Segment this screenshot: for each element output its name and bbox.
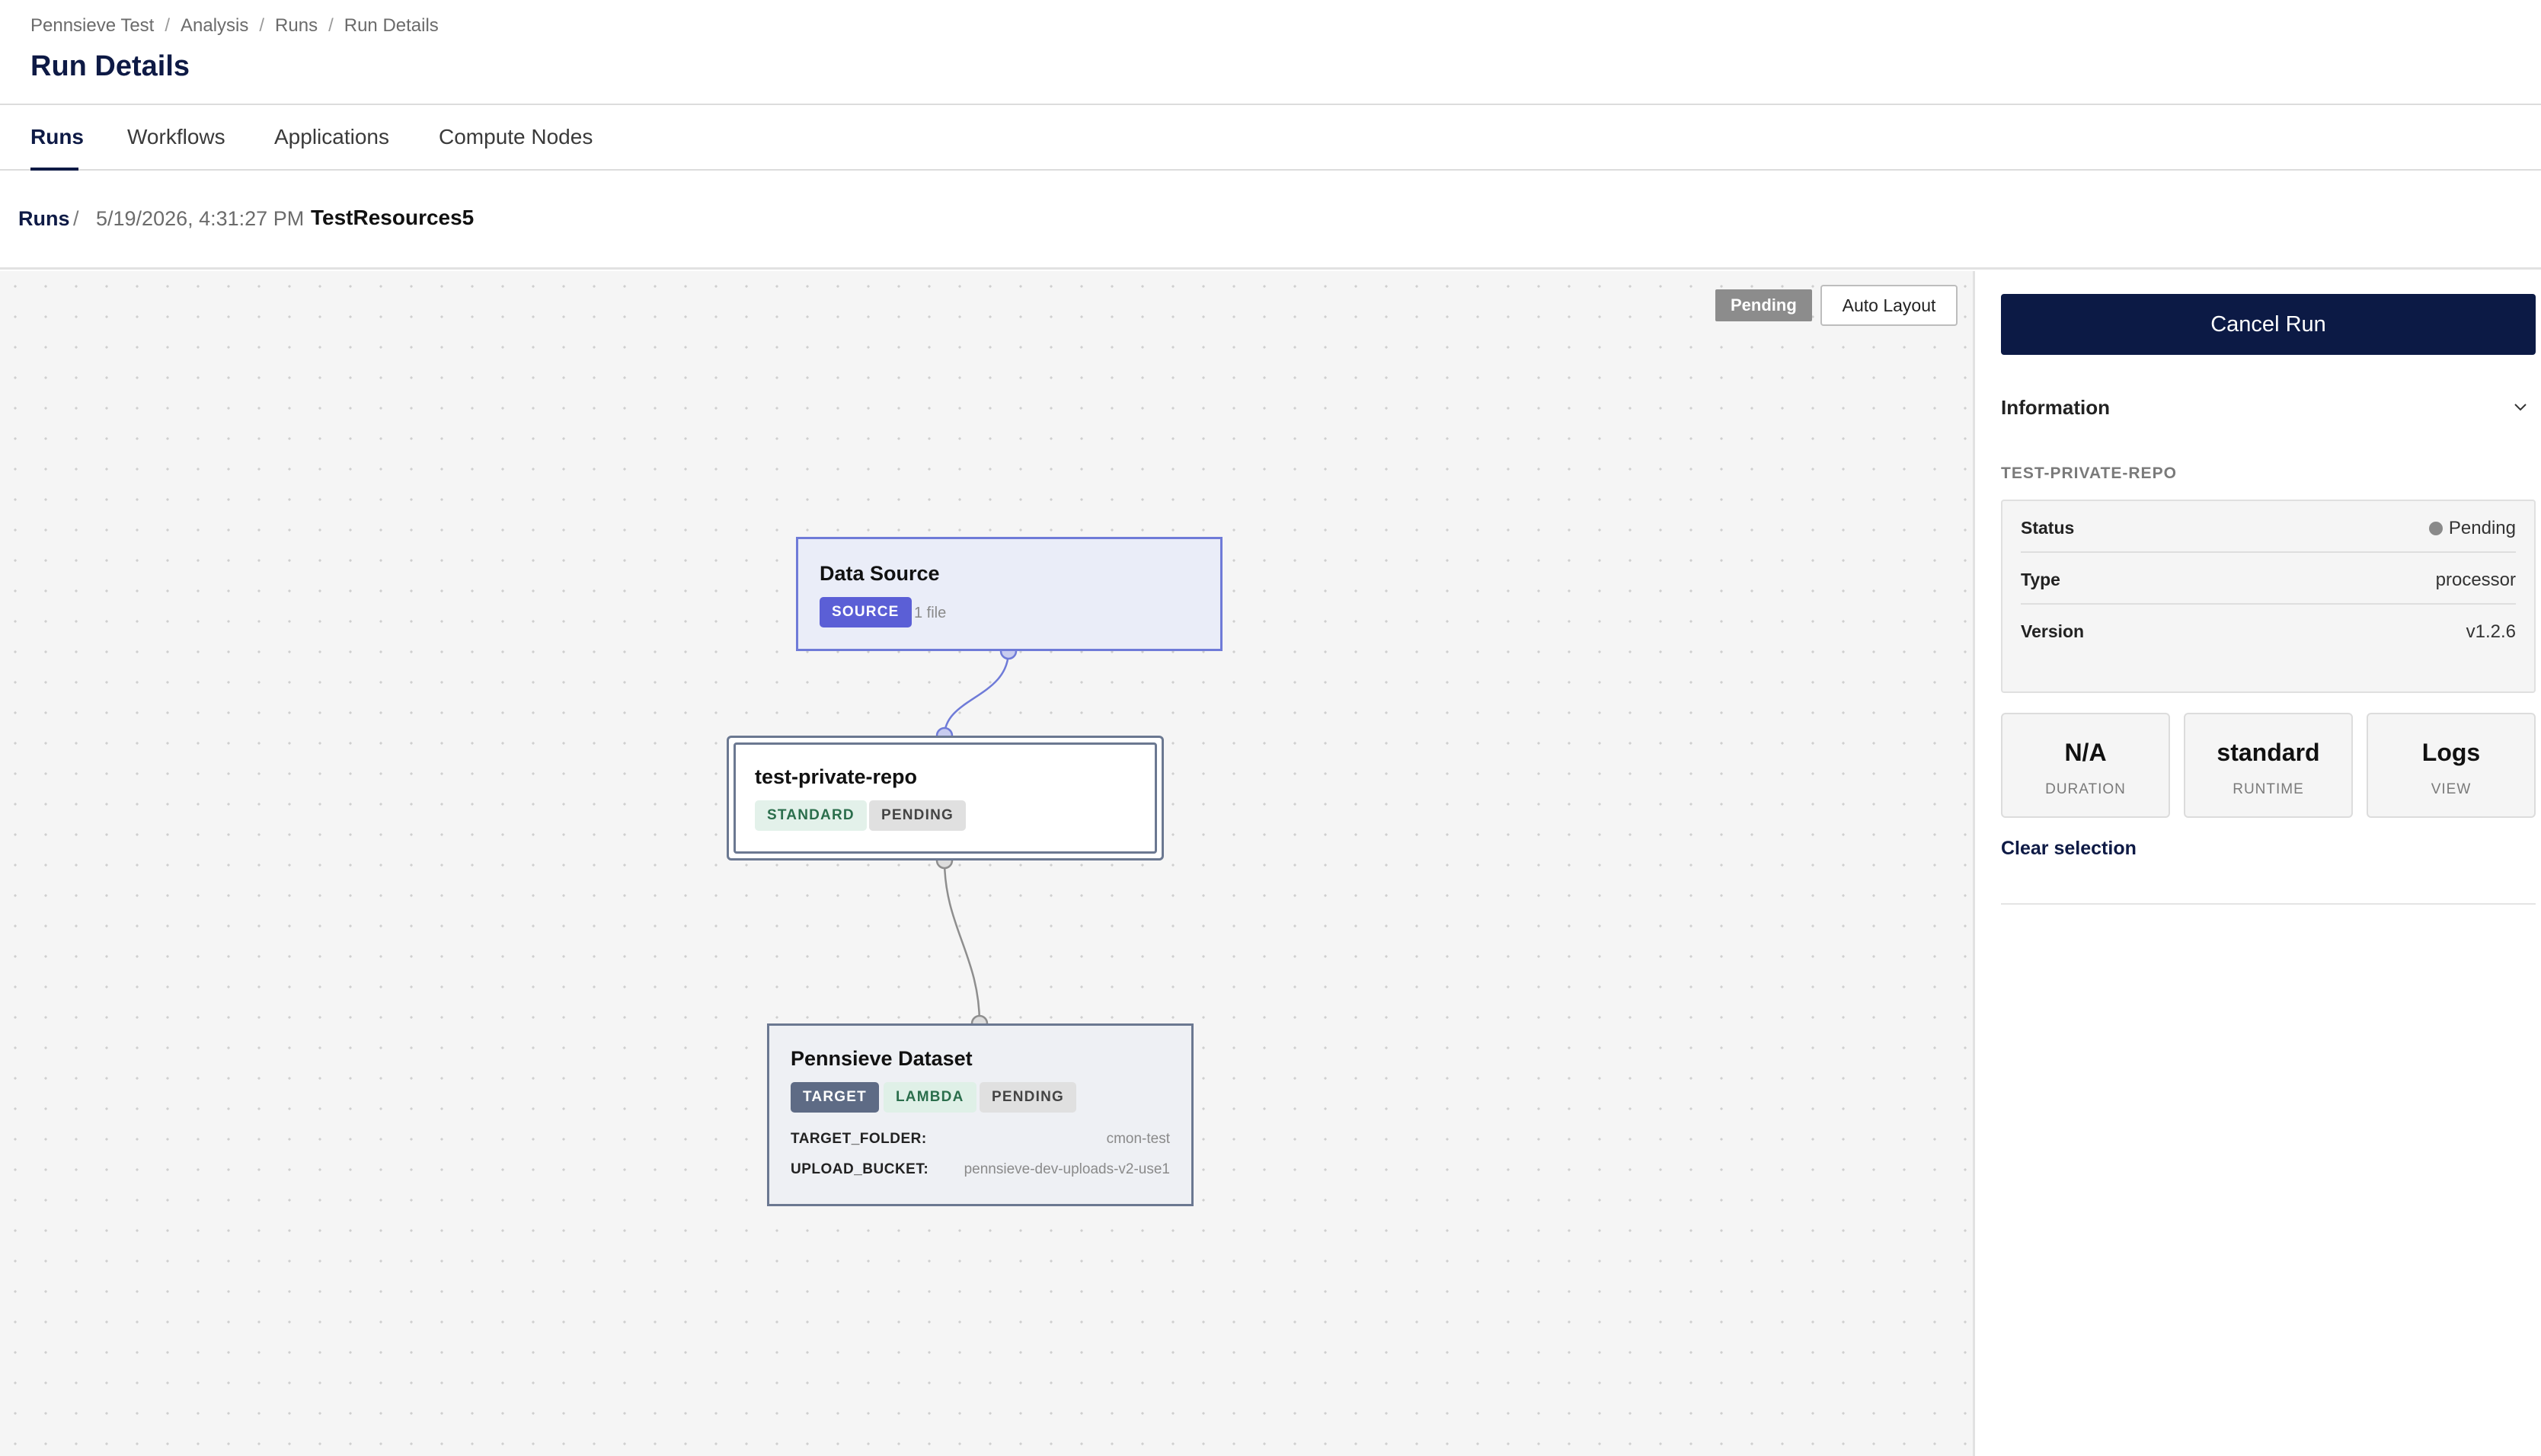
edge-processor-to-target (943, 860, 981, 1024)
breadcrumb-item-runs[interactable]: Runs (275, 15, 318, 37)
runs-link[interactable]: Runs (18, 207, 70, 231)
tab-workflows[interactable]: Workflows (127, 125, 225, 149)
active-tab-indicator (30, 168, 78, 171)
breadcrumb-item-analysis[interactable]: Analysis (181, 15, 248, 37)
duration-stat: N/A DURATION (2001, 713, 2170, 818)
run-name: TestResources5 (311, 206, 475, 229)
tab-compute-nodes[interactable]: Compute Nodes (439, 125, 593, 149)
param-key: TARGET_FOLDER: (791, 1131, 927, 1147)
source-tag: SOURCE (820, 597, 912, 627)
target-tag: TARGET (791, 1082, 879, 1113)
standard-tag: STANDARD (755, 800, 867, 831)
divider (2001, 903, 2536, 905)
lambda-tag: LAMBDA (884, 1082, 976, 1113)
stat-label: RUNTIME (2233, 781, 2304, 797)
detail-row-status: Status Pending (2021, 501, 2516, 553)
stat-value: Logs (2421, 739, 2481, 766)
clear-selection-link[interactable]: Clear selection (2001, 838, 2137, 860)
file-count: 1 file (914, 605, 947, 621)
node-title: test-private-repo (755, 765, 918, 788)
chevron-down-icon (2514, 404, 2527, 411)
breadcrumb-separator: / (165, 15, 170, 36)
status-text: Pending (2448, 518, 2516, 538)
run-details-panel: Cancel Run Information TEST-PRIVATE-REPO… (1973, 271, 2541, 1456)
breadcrumb-item-org[interactable]: Pennsieve Test (30, 15, 154, 37)
detail-row-type: Type processor (2021, 553, 2516, 605)
run-breadcrumb-separator: / (73, 207, 79, 230)
detail-row-version: Version v1.2.6 (2021, 605, 2516, 656)
stat-label: DURATION (2045, 781, 2126, 797)
stat-value: standard (2217, 739, 2320, 766)
node-details: Status Pending Type processor Version v1… (2001, 500, 2536, 693)
data-source-node[interactable]: Data Source SOURCE 1 file (796, 537, 1223, 651)
logs-view-button[interactable]: Logs VIEW (2367, 713, 2536, 818)
page-title: Run Details (30, 50, 190, 82)
param-value: cmon-test (1106, 1131, 1170, 1147)
processor-node[interactable]: test-private-repo STANDARD PENDING (727, 736, 1164, 861)
tab-applications[interactable]: Applications (274, 125, 389, 149)
workflow-canvas[interactable]: Pending Auto Layout Data Source SOURCE 1… (0, 271, 1973, 1456)
param-key: UPLOAD_BUCKET: (791, 1161, 929, 1177)
breadcrumb: Pennsieve Test / Analysis / Runs / Run D… (30, 15, 439, 37)
status-dot-icon (2428, 522, 2443, 535)
run-breadcrumb: Runs / 5/19/2026, 4:31:27 PM TestResourc… (0, 172, 2541, 270)
tab-runs[interactable]: Runs (30, 125, 84, 149)
auto-layout-button[interactable]: Auto Layout (1820, 285, 1958, 326)
node-title: Data Source (820, 562, 940, 585)
status-value: Pending (2428, 518, 2516, 539)
selected-node-caption: TEST-PRIVATE-REPO (2001, 465, 2177, 482)
selected-node-outline (734, 742, 1157, 854)
detail-value: processor (2435, 570, 2516, 590)
page-header: Pennsieve Test / Analysis / Runs / Run D… (0, 0, 2541, 105)
cancel-run-button[interactable]: Cancel Run (2001, 294, 2536, 355)
detail-value: v1.2.6 (2466, 621, 2516, 642)
detail-key: Type (2021, 570, 2060, 589)
breadcrumb-separator: / (259, 15, 265, 36)
param-value: pennsieve-dev-uploads-v2-use1 (964, 1161, 1170, 1177)
detail-key: Status (2021, 518, 2075, 538)
tab-bar: Runs Workflows Applications Compute Node… (0, 107, 2541, 171)
workflow-edges (935, 642, 1018, 1033)
target-node[interactable]: Pennsieve Dataset TARGET LAMBDA PENDING … (767, 1023, 1194, 1206)
node-title: Pennsieve Dataset (791, 1047, 973, 1070)
pending-tag: PENDING (869, 800, 966, 831)
runtime-stat: standard RUNTIME (2184, 713, 2353, 818)
breadcrumb-separator: / (328, 15, 334, 36)
edge-source-to-processor (943, 650, 1010, 736)
breadcrumb-item-run-details: Run Details (344, 15, 439, 36)
detail-key: Version (2021, 621, 2085, 641)
information-label: Information (2001, 396, 2110, 419)
pending-tag: PENDING (980, 1082, 1076, 1113)
run-timestamp: 5/19/2026, 4:31:27 PM (96, 207, 305, 230)
stat-value: N/A (2064, 739, 2107, 766)
information-accordion-header[interactable]: Information (2001, 391, 2536, 425)
run-status-badge: Pending (1715, 289, 1812, 321)
stat-label: VIEW (2431, 781, 2472, 797)
